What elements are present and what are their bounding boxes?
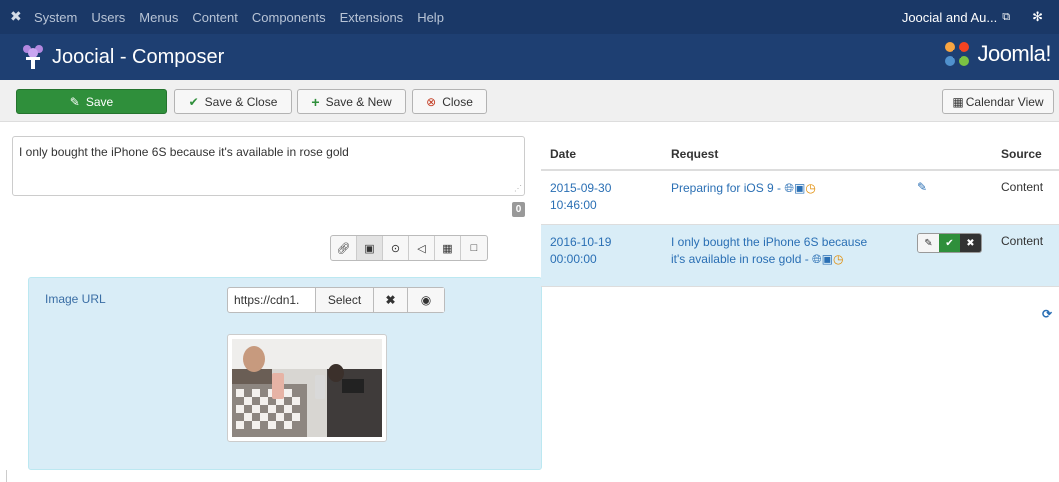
row-request[interactable]: Preparing for iOS 9 - 🌐︎▣◷ bbox=[671, 180, 901, 197]
menu-system[interactable]: System bbox=[34, 10, 77, 25]
request-text: Preparing for iOS 9 - bbox=[671, 181, 782, 195]
joomla-logo-icon bbox=[945, 42, 970, 66]
eye-icon[interactable]: ◉ bbox=[408, 288, 444, 312]
calendar-icon[interactable]: ▦ bbox=[435, 236, 461, 260]
joocial-app-icon bbox=[23, 45, 43, 69]
toolbar: ✎ Save ✔ Save & Close + Save & New ⊗ Clo… bbox=[0, 80, 1059, 122]
row-date-time: 00:00:00 bbox=[550, 252, 597, 266]
save-button[interactable]: ✎ Save bbox=[16, 89, 167, 114]
row-date-day: 2015-09-30 bbox=[550, 181, 612, 195]
joomla-logo: Joomla! bbox=[943, 40, 1051, 68]
col-source[interactable]: Source bbox=[1001, 147, 1042, 161]
check-icon[interactable]: ✔ bbox=[939, 234, 960, 252]
close-icon[interactable]: ✖ bbox=[960, 234, 981, 252]
main-menu: System Users Menus Content Components Ex… bbox=[34, 0, 458, 34]
message-text: I only bought the iPhone 6S because it's… bbox=[19, 145, 349, 159]
menu-components[interactable]: Components bbox=[252, 10, 326, 25]
image-url-input[interactable]: https://cdn1. bbox=[228, 288, 316, 312]
col-date[interactable]: Date bbox=[550, 147, 576, 161]
message-textarea[interactable]: I only bought the iPhone 6S because it's… bbox=[12, 136, 525, 196]
row-actions: ✎ ✔ ✖ bbox=[917, 233, 982, 253]
megaphone-icon[interactable]: ◁ bbox=[409, 236, 435, 260]
page-title: Joocial - Composer bbox=[52, 46, 225, 68]
row-source: Content bbox=[1001, 234, 1044, 248]
calendar-view-label: Calendar View bbox=[965, 94, 1044, 109]
refresh-icon[interactable]: ⟳ bbox=[1042, 307, 1052, 321]
close-button[interactable]: ⊗ Close bbox=[412, 89, 487, 114]
picture-icon: ▣ bbox=[794, 181, 806, 195]
cancel-circle-icon: ⊗ bbox=[426, 94, 437, 109]
divider bbox=[6, 470, 7, 482]
picture-icon: ▣ bbox=[821, 252, 833, 266]
pencil-icon[interactable]: ✎ bbox=[918, 234, 939, 252]
plus-icon: + bbox=[311, 93, 320, 110]
target-icon[interactable]: ⊙ bbox=[383, 236, 409, 260]
composer-tools: 🔗︎ ▣ ⊙ ◁ ▦ □ bbox=[330, 235, 488, 261]
save-close-label: Save & Close bbox=[204, 94, 278, 109]
globe-icon: 🌐︎ bbox=[784, 181, 794, 195]
edit-icon[interactable]: ✎ bbox=[917, 180, 927, 194]
image-thumbnail bbox=[232, 339, 382, 437]
row-date[interactable]: 2015-09-30 10:46:00 bbox=[550, 180, 611, 214]
calendar-icon: ▦ bbox=[952, 94, 964, 109]
menu-extensions[interactable]: Extensions bbox=[340, 10, 404, 25]
image-panel: Image URL https://cdn1. Select ✖ ◉ bbox=[28, 277, 542, 470]
joomla-mark-icon[interactable]: ✖ bbox=[10, 8, 26, 24]
globe-icon: 🌐︎ bbox=[812, 252, 822, 266]
save-new-label: Save & New bbox=[325, 94, 392, 109]
clock-icon: ◷ bbox=[833, 252, 844, 266]
topbar-right: Joocial and Au... ⧉ ✻ bbox=[902, 0, 1043, 34]
table-header: Date Request Source bbox=[541, 136, 1059, 171]
external-link-icon[interactable]: ⧉ bbox=[1002, 11, 1010, 24]
close-label: Close bbox=[442, 94, 473, 109]
save-label: Save bbox=[85, 94, 114, 109]
table-row: 2015-09-30 10:46:00 Preparing for iOS 9 … bbox=[541, 171, 1059, 225]
clock-icon: ◷ bbox=[805, 181, 816, 195]
menu-menus[interactable]: Menus bbox=[139, 10, 178, 25]
image-preview bbox=[227, 334, 387, 442]
row-source: Content bbox=[1001, 180, 1044, 194]
image-url-label: Image URL bbox=[45, 292, 106, 306]
top-navbar: ✖ System Users Menus Content Components … bbox=[0, 0, 1059, 34]
edit-icon: ✎ bbox=[69, 94, 80, 109]
col-request[interactable]: Request bbox=[671, 147, 718, 161]
row-request[interactable]: I only bought the iPhone 6S because it's… bbox=[671, 234, 901, 268]
page-header: Joocial - Composer Joomla! bbox=[0, 34, 1059, 80]
request-text-line1: I only bought the iPhone 6S because bbox=[671, 235, 868, 249]
image-url-group: https://cdn1. Select ✖ ◉ bbox=[227, 287, 445, 313]
save-close-button[interactable]: ✔ Save & Close bbox=[174, 89, 292, 114]
check-icon: ✔ bbox=[188, 94, 199, 109]
menu-users[interactable]: Users bbox=[91, 10, 125, 25]
close-icon[interactable]: ✖ bbox=[374, 288, 408, 312]
row-date-time: 10:46:00 bbox=[550, 198, 597, 212]
schedule-table: Date Request Source 2015-09-30 10:46:00 … bbox=[541, 136, 1059, 287]
image-icon[interactable]: ▣ bbox=[357, 236, 383, 260]
char-counter-badge: 0 bbox=[512, 202, 525, 217]
link-icon[interactable]: 🔗︎ bbox=[331, 236, 357, 260]
calendar-view-button[interactable]: ▦ Calendar View bbox=[942, 89, 1054, 114]
row-date[interactable]: 2016-10-19 00:00:00 bbox=[550, 234, 611, 268]
gear-icon[interactable]: ✻ bbox=[1032, 9, 1043, 25]
select-image-button[interactable]: Select bbox=[316, 288, 374, 312]
request-text-line2: it's available in rose gold - bbox=[671, 252, 809, 266]
resize-grip-icon[interactable]: ⋰ bbox=[514, 184, 522, 193]
joomla-logo-text: Joomla! bbox=[977, 41, 1051, 66]
site-link[interactable]: Joocial and Au... bbox=[902, 10, 997, 25]
menu-content[interactable]: Content bbox=[192, 10, 238, 25]
row-date-day: 2016-10-19 bbox=[550, 235, 612, 249]
table-row: 2016-10-19 00:00:00 I only bought the iP… bbox=[541, 225, 1059, 287]
save-new-button[interactable]: + Save & New bbox=[297, 89, 406, 114]
calendar-blank-icon[interactable]: □ bbox=[461, 236, 487, 260]
menu-help[interactable]: Help bbox=[417, 10, 444, 25]
